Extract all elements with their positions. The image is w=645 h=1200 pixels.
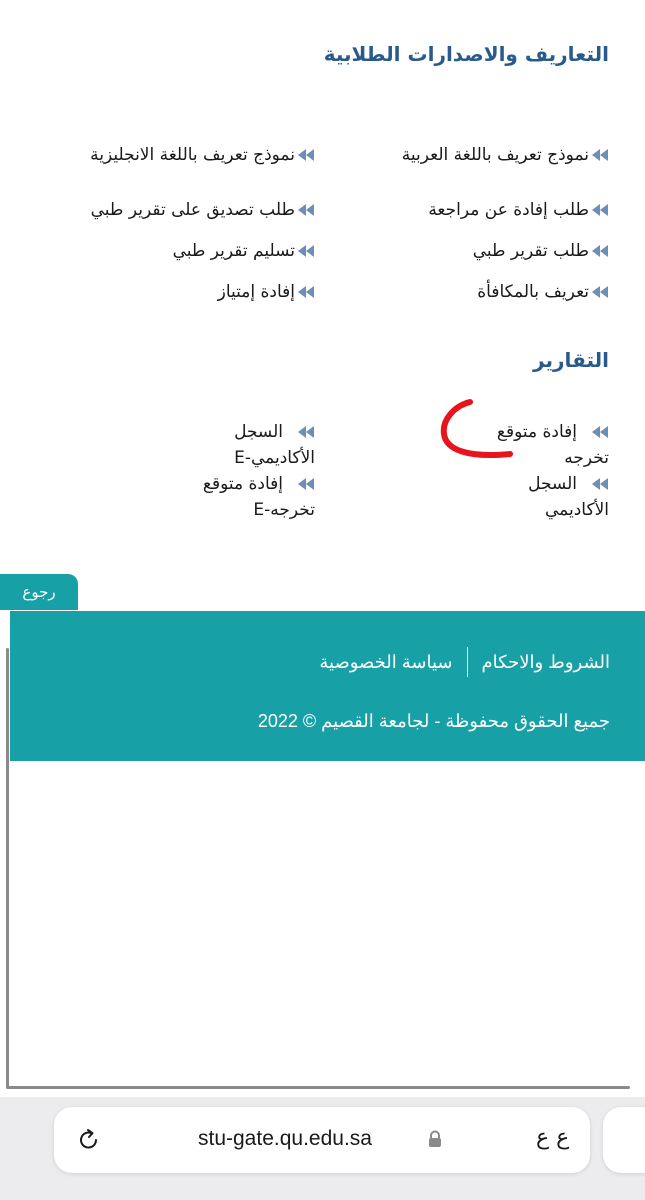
link-medical-report-attestation[interactable]: طلب تصديق على تقرير طبي xyxy=(91,200,315,220)
report-link-expected-graduation-e[interactable]: إفادة متوقع تخرجه-E xyxy=(203,471,315,523)
next-tab-preview[interactable] xyxy=(603,1107,645,1173)
text-size-button[interactable]: ع ع xyxy=(536,1125,569,1150)
link-excellence-statement[interactable]: إفادة إمتياز xyxy=(218,282,315,302)
reports-section-title: التقارير xyxy=(533,348,609,372)
privacy-link[interactable]: سياسة الخصوصية xyxy=(319,652,452,673)
report-link-academic-record-e[interactable]: السجل الأكاديمي-E xyxy=(203,419,315,471)
double-arrow-icon xyxy=(297,204,315,216)
link-label: نموذج تعريف باللغة الانجليزية xyxy=(90,145,295,165)
frame-left-edge xyxy=(6,648,9,1088)
red-annotation-mark xyxy=(440,399,513,458)
double-arrow-icon xyxy=(297,286,315,298)
back-button[interactable]: رجوع xyxy=(0,574,78,610)
link-label: نموذج تعريف باللغة العربية xyxy=(401,145,589,165)
frame-bottom-edge xyxy=(6,1086,630,1089)
report-link-academic-record[interactable]: السجل الأكاديمي xyxy=(497,471,609,523)
link-label: إفادة إمتياز xyxy=(217,282,295,302)
footer: الشروط والاحكام سياسة الخصوصية جميع الحق… xyxy=(10,611,645,761)
link-arabic-certificate[interactable]: نموذج تعريف باللغة العربية xyxy=(402,145,609,165)
link-label: طلب تقرير طبي xyxy=(472,241,589,261)
link-label: طلب إفادة عن مراجعة xyxy=(428,200,589,220)
double-arrow-icon xyxy=(591,286,609,298)
link-english-certificate[interactable]: نموذج تعريف باللغة الانجليزية xyxy=(90,145,315,165)
report-label-line1: السجل xyxy=(234,422,283,442)
link-stipend-certificate[interactable]: تعريف بالمكافأة xyxy=(477,282,609,302)
double-arrow-icon xyxy=(591,478,609,490)
url-text: stu-gate.qu.edu.sa xyxy=(198,1127,372,1150)
address-bar[interactable]: stu-gate.qu.edu.sa ع ع xyxy=(54,1107,590,1173)
link-label: تسليم تقرير طبي xyxy=(172,241,295,261)
reports-left-column: السجل الأكاديمي-E إفادة متوقع تخرجه-E xyxy=(203,419,315,523)
certificates-section-title: التعاريف والاصدارات الطلابية xyxy=(323,42,609,66)
report-label-line2: تخرجه-E xyxy=(253,500,315,520)
double-arrow-icon xyxy=(591,426,609,438)
link-medical-report-submission[interactable]: تسليم تقرير طبي xyxy=(173,241,315,261)
double-arrow-icon xyxy=(297,149,315,161)
terms-link[interactable]: الشروط والاحكام xyxy=(482,652,610,673)
report-label-line2: الأكاديمي xyxy=(545,500,609,520)
copyright-text: جميع الحقوق محفوظة - لجامعة القصيم © 202… xyxy=(257,711,610,731)
lock-icon xyxy=(429,1130,441,1147)
footer-links: الشروط والاحكام سياسة الخصوصية xyxy=(319,647,610,677)
report-label-line1: السجل xyxy=(528,474,577,494)
link-review-statement[interactable]: طلب إفادة عن مراجعة xyxy=(428,200,609,220)
double-arrow-icon xyxy=(591,204,609,216)
double-arrow-icon xyxy=(591,245,609,257)
double-arrow-icon xyxy=(591,149,609,161)
report-label-line2: الأكاديمي-E xyxy=(234,448,315,468)
double-arrow-icon xyxy=(297,245,315,257)
browser-toolbar: stu-gate.qu.edu.sa ع ع xyxy=(0,1097,645,1200)
link-label: تعريف بالمكافأة xyxy=(477,282,589,302)
report-label-line1: إفادة متوقع xyxy=(202,474,283,494)
link-medical-report-request[interactable]: طلب تقرير طبي xyxy=(473,241,609,261)
double-arrow-icon xyxy=(297,426,315,438)
page: التعاريف والاصدارات الطلابية نموذج تعريف… xyxy=(0,0,645,1200)
reload-icon[interactable] xyxy=(76,1127,102,1153)
double-arrow-icon xyxy=(297,478,315,490)
link-label: طلب تصديق على تقرير طبي xyxy=(90,200,295,220)
footer-divider xyxy=(466,647,468,677)
